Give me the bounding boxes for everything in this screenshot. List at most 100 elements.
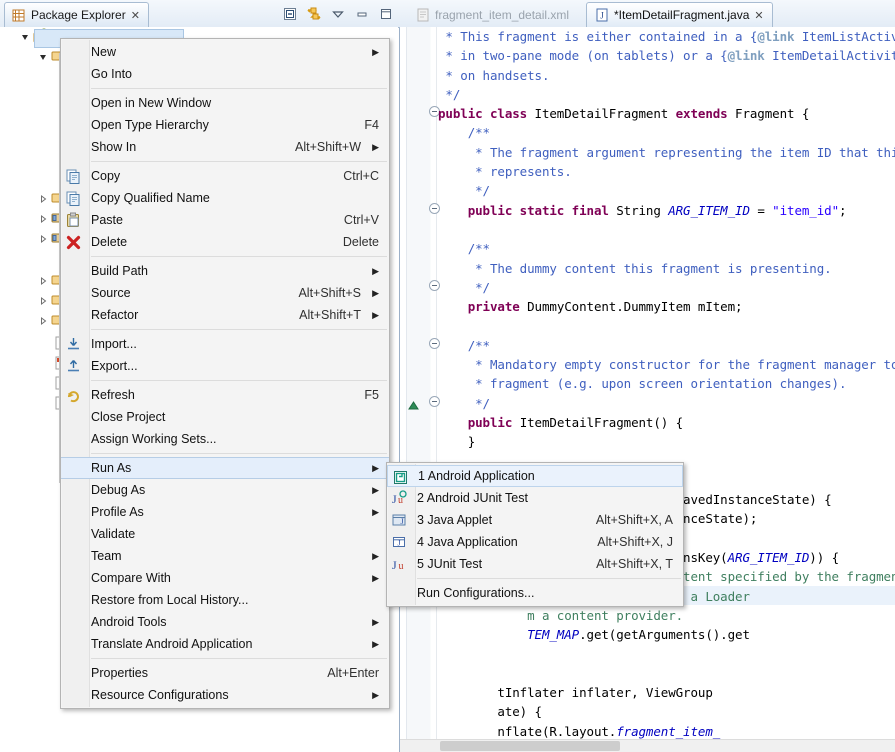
submenu-arrow-icon: ▶ (372, 550, 379, 561)
close-icon[interactable]: ✕ (754, 9, 763, 22)
menu-item-open-type-hierarchy[interactable]: Open Type Hierarchy F4 (61, 114, 389, 136)
menu-item-export[interactable]: Export... (61, 355, 389, 377)
menu-item-profile-as[interactable]: Profile As ▶ (61, 501, 389, 523)
submenu-item-java-application[interactable]: J 4 Java Application Alt+Shift+X, J (387, 531, 683, 553)
menu-item-label: New (91, 45, 117, 59)
submenu-item-label: 1 Android Application (418, 469, 535, 483)
collapsed-arrow-icon[interactable] (36, 209, 50, 229)
submenu-arrow-icon: ▶ (372, 616, 379, 627)
menu-item-source[interactable]: Source Alt+Shift+S ▶ (61, 282, 389, 304)
minimize-icon[interactable] (354, 6, 370, 22)
menu-item-label: Copy (91, 169, 121, 183)
menu-item-open-in-new-window[interactable]: Open in New Window (61, 92, 389, 114)
submenu-item-java-applet[interactable]: J 3 Java Applet Alt+Shift+X, A (387, 509, 683, 531)
export-icon (65, 358, 82, 375)
menu-item-import[interactable]: Import... (61, 333, 389, 355)
view-menu-icon[interactable] (330, 6, 346, 22)
close-icon[interactable]: ✕ (131, 9, 140, 22)
menu-item-properties[interactable]: Properties Alt+Enter (61, 662, 389, 684)
menu-separator (91, 88, 387, 89)
menu-item-accelerator: Alt+Shift+W (295, 140, 361, 154)
menu-item-label: Build Path (91, 264, 148, 278)
menu-item-paste[interactable]: Paste Ctrl+V (61, 209, 389, 231)
svg-text:J: J (401, 517, 404, 526)
menu-item-build-path[interactable]: Build Path ▶ (61, 260, 389, 282)
menu-item-copy[interactable]: Copy Ctrl+C (61, 165, 389, 187)
menu-item-show-in[interactable]: Show In Alt+Shift+W ▶ (61, 136, 389, 158)
collapsed-arrow-icon[interactable] (36, 291, 50, 311)
submenu-item-android-junit-test[interactable]: J u 2 Android JUnit Test (387, 487, 683, 509)
menu-item-translate-android-application[interactable]: Translate Android Application ▶ (61, 633, 389, 655)
menu-item-label: Run As (91, 461, 132, 475)
menu-item-accelerator: Ctrl+V (343, 213, 379, 227)
menu-item-team[interactable]: Team ▶ (61, 545, 389, 567)
tab-itemdetailfragment-java[interactable]: J *ItemDetailFragment.java ✕ (586, 2, 773, 27)
editor-tabbar: fragment_item_detail.xml J *ItemDetailFr… (400, 0, 895, 28)
submenu-item-accelerator: Alt+Shift+X, J (597, 535, 673, 549)
menu-item-refactor[interactable]: Refactor Alt+Shift+T ▶ (61, 304, 389, 326)
menu-item-label: Properties (91, 666, 148, 680)
code-text-area[interactable]: * This fragment is either contained in a… (400, 27, 895, 740)
submenu-arrow-icon: ▶ (372, 46, 379, 57)
source-code: * This fragment is either contained in a… (438, 29, 895, 739)
menu-item-assign-working-sets[interactable]: Assign Working Sets... (61, 428, 389, 450)
tab-package-explorer[interactable]: Package Explorer ✕ (4, 2, 149, 27)
submenu-item-junit-test[interactable]: J u 5 JUnit Test Alt+Shift+X, T (387, 553, 683, 575)
editor-tab-label: fragment_item_detail.xml (435, 7, 570, 22)
menu-item-close-project[interactable]: Close Project (61, 406, 389, 428)
menu-item-delete[interactable]: Delete Delete (61, 231, 389, 253)
submenu-item-label: 5 JUnit Test (417, 557, 483, 571)
submenu-separator (417, 578, 681, 579)
collapsed-arrow-icon[interactable] (36, 189, 50, 209)
submenu-item-run-configurations[interactable]: Run Configurations... (387, 582, 683, 604)
menu-item-accelerator: Alt+Shift+S (298, 286, 361, 300)
submenu-arrow-icon: ▶ (372, 572, 379, 583)
scrollbar-thumb[interactable] (440, 741, 620, 751)
maximize-icon[interactable] (378, 6, 394, 22)
menu-item-label: Validate (91, 527, 136, 541)
menu-item-label: Profile As (91, 505, 144, 519)
menu-item-debug-as[interactable]: Debug As ▶ (61, 479, 389, 501)
submenu-arrow-icon: ▶ (372, 506, 379, 517)
expand-arrow-icon[interactable] (18, 27, 32, 47)
collapsed-arrow-icon[interactable] (36, 229, 50, 249)
menu-item-validate[interactable]: Validate (61, 523, 389, 545)
collapse-all-icon[interactable] (282, 6, 298, 22)
menu-item-resource-configurations[interactable]: Resource Configurations ▶ (61, 684, 389, 706)
collapsed-arrow-icon[interactable] (36, 271, 50, 291)
menu-item-new[interactable]: New ▶ (61, 41, 389, 63)
submenu-arrow-icon: ▶ (372, 638, 379, 649)
tab-fragment-item-detail-xml[interactable]: fragment_item_detail.xml (408, 2, 577, 27)
menu-item-restore-from-local-history[interactable]: Restore from Local History... (61, 589, 389, 611)
menu-item-go-into[interactable]: Go Into (61, 63, 389, 85)
xml-file-icon (416, 8, 430, 22)
menu-item-compare-with[interactable]: Compare With ▶ (61, 567, 389, 589)
link-with-editor-icon[interactable] (306, 6, 322, 22)
menu-item-accelerator: Delete (342, 235, 379, 249)
submenu-item-android-application[interactable]: 1 Android Application (387, 465, 683, 487)
submenu-item-accelerator: Alt+Shift+X, T (596, 557, 673, 571)
menu-item-accelerator: F4 (364, 118, 379, 132)
expand-arrow-icon[interactable] (36, 47, 50, 67)
editor-horizontal-scrollbar[interactable] (400, 739, 895, 752)
android-app-icon (392, 469, 409, 486)
menu-item-label: Open in New Window (91, 96, 212, 110)
menu-item-android-tools[interactable]: Android Tools ▶ (61, 611, 389, 633)
code-editor-pane: fragment_item_detail.xml J *ItemDetailFr… (400, 0, 895, 752)
menu-item-accelerator: F5 (364, 388, 379, 402)
copy-icon (65, 168, 82, 185)
submenu-arrow-icon: ▶ (372, 309, 379, 320)
collapsed-arrow-icon[interactable] (36, 311, 50, 331)
editor-gutter[interactable] (400, 27, 440, 740)
menu-item-copy-qualified-name[interactable]: Copy Qualified Name (61, 187, 389, 209)
menu-item-label: Resource Configurations (91, 688, 229, 702)
menu-item-run-as[interactable]: Run As ▶ (61, 457, 389, 479)
menu-item-accelerator: Alt+Shift+T (299, 308, 361, 322)
menu-item-label: Team (91, 549, 122, 563)
menu-item-label: Show In (91, 140, 137, 154)
submenu-item-accelerator: Alt+Shift+X, A (595, 513, 673, 527)
menu-separator (91, 453, 387, 454)
menu-item-label: Android Tools (91, 615, 167, 629)
menu-item-refresh[interactable]: Refresh F5 (61, 384, 389, 406)
submenu-arrow-icon: ▶ (372, 462, 379, 473)
